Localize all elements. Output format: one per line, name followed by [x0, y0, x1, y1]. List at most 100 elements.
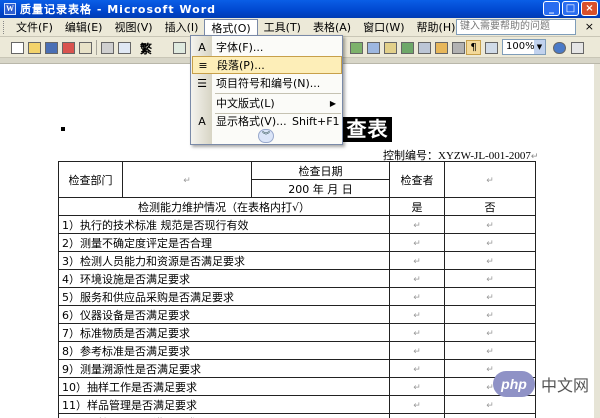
show-hide-marks-icon[interactable]: ¶ — [466, 40, 481, 55]
zoom-select[interactable]: 100% ▼ — [502, 39, 546, 55]
maximize-icon[interactable]: □ — [562, 1, 579, 16]
watermark-text: 中文网 — [539, 372, 592, 396]
menu-insert[interactable]: 插入(I) — [159, 19, 205, 36]
table-row: 9）测量溯源性是否满足要求 ↵ ↵ — [58, 359, 536, 378]
yes-cell[interactable]: ↵ — [389, 251, 445, 270]
permission-icon[interactable] — [61, 40, 76, 55]
yes-cell[interactable]: ↵ — [389, 341, 445, 360]
no-cell[interactable]: ↵ — [444, 287, 536, 306]
menu-file[interactable]: 文件(F) — [10, 19, 59, 36]
insert-hyperlink-icon[interactable] — [349, 40, 364, 55]
no-cell[interactable]: ↵ — [444, 233, 536, 252]
menu-help[interactable]: 帮助(H) — [411, 19, 462, 36]
no-cell[interactable]: ↵ — [444, 341, 536, 360]
watermark: php 中文网 — [493, 370, 592, 398]
format-menu-dropdown: A 字体(F)... ≡ 段落(P)... ☰ 项目符号和编号(N)... 中文… — [190, 35, 343, 145]
checker-value-cell[interactable]: ↵ — [444, 161, 536, 198]
yes-cell[interactable]: ↵ — [389, 233, 445, 252]
yes-cell[interactable]: ↵ — [389, 287, 445, 306]
menu-item-chinese-layout[interactable]: 中文版式(L) ▶ — [192, 94, 342, 112]
reveal-formatting-icon: A — [198, 114, 206, 128]
table-row: 7）标准物质是否满足要求 ↵ ↵ — [58, 323, 536, 342]
print-icon[interactable] — [100, 40, 115, 55]
yes-cell[interactable]: ↵ — [389, 359, 445, 378]
no-cell[interactable]: ↵ — [444, 323, 536, 342]
minimize-icon[interactable]: _ — [543, 1, 560, 16]
no-cell[interactable]: ↵ — [444, 215, 536, 234]
checklist-item-label: 11）样品管理是否满足要求 — [58, 395, 390, 414]
chevron-down-icon[interactable]: ▼ — [534, 40, 545, 54]
dept-value-cell[interactable]: ↵ — [122, 161, 252, 198]
date-value-cell[interactable]: 200 年 月 日 — [251, 179, 390, 198]
menu-item-reveal-formatting[interactable]: A 显示格式(V)... Shift+F1 — [192, 112, 342, 130]
date-label-cell: 检查日期 — [251, 161, 390, 180]
yes-cell[interactable]: ↵ — [389, 377, 445, 396]
php-logo: php — [493, 371, 535, 397]
table-row: 检测能力维护情况（在表格内打√） 是 否 — [58, 197, 536, 216]
print-preview-icon[interactable] — [117, 40, 132, 55]
help-icon[interactable] — [552, 40, 567, 55]
yes-cell[interactable]: ↵ — [389, 215, 445, 234]
table-row: 8）参考标准是否满足要求 ↵ ↵ — [58, 341, 536, 360]
menu-item-paragraph[interactable]: ≡ 段落(P)... — [192, 56, 342, 74]
table-row: 5）服务和供应品采购是否满足要求 ↵ ↵ — [58, 287, 536, 306]
table-row: 3）检测人员能力和资源是否满足要求 ↵ ↵ — [58, 251, 536, 270]
window-title: 质量记录表格 - Microsoft Word — [20, 3, 217, 16]
yes-cell[interactable]: ↵ — [389, 323, 445, 342]
paragraph-marker — [61, 127, 65, 131]
email-icon[interactable] — [78, 40, 93, 55]
no-cell[interactable]: ↵ — [444, 395, 536, 414]
reading-mode-icon[interactable] — [570, 40, 585, 55]
dept-label-cell: 检查部门 — [58, 161, 123, 198]
title-bar: W 质量记录表格 - Microsoft Word _ □ × — [0, 0, 600, 18]
vertical-scrollbar[interactable] — [594, 64, 600, 418]
traditional-chinese-button[interactable]: 繁 — [140, 40, 152, 57]
insert-table-icon[interactable] — [383, 40, 398, 55]
no-header-cell: 否 — [444, 197, 536, 216]
document-map-icon[interactable] — [451, 40, 466, 55]
yes-cell[interactable]: ↵ — [389, 305, 445, 324]
form-rows: 1）执行的技术标准 规范是否现行有效 ↵ ↵ 2）测量不确定度评定是否合理 ↵ ↵ 3）检测… — [58, 215, 536, 418]
section-header-cell: 检测能力维护情况（在表格内打√） — [58, 197, 390, 216]
drawing-icon[interactable] — [434, 40, 449, 55]
checklist-item-label: 6）仪器设备是否满足要求 — [58, 305, 390, 324]
insert-excel-icon[interactable] — [400, 40, 415, 55]
menu-edit[interactable]: 编辑(E) — [59, 19, 109, 36]
inspection-form-table: 检查部门 ↵ 检查日期 检查者 ↵ 200 年 月 日 检测能力维护情况（在表格… — [58, 161, 536, 418]
menu-view[interactable]: 视图(V) — [108, 19, 158, 36]
close-document-icon[interactable]: × — [585, 20, 594, 34]
font-icon: A — [198, 40, 206, 54]
table-row: 2）测量不确定度评定是否合理 ↵ ↵ — [58, 233, 536, 252]
no-cell[interactable]: ↵ — [444, 269, 536, 288]
toolbar-separator — [96, 40, 97, 55]
close-icon[interactable]: × — [581, 1, 598, 16]
menu-window[interactable]: 窗口(W) — [357, 19, 410, 36]
read-icon[interactable] — [484, 40, 499, 55]
checklist-item-label: 3）检测人员能力和资源是否满足要求 — [58, 251, 390, 270]
checklist-item-label: 8）参考标准是否满足要求 — [58, 341, 390, 360]
table-row: 4）环境设施是否满足要求 ↵ ↵ — [58, 269, 536, 288]
menubar-grip[interactable] — [3, 20, 6, 34]
no-cell[interactable]: ↵ — [444, 413, 536, 418]
help-search-input[interactable]: 键入需要帮助的问题 — [456, 19, 576, 35]
new-document-icon[interactable] — [10, 40, 25, 55]
no-cell[interactable]: ↵ — [444, 251, 536, 270]
columns-icon[interactable] — [417, 40, 432, 55]
tables-borders-icon[interactable] — [366, 40, 381, 55]
no-cell[interactable]: ↵ — [444, 305, 536, 324]
checklist-item-label: 12）原始记录是否满足要求 — [58, 413, 390, 418]
yes-cell[interactable]: ↵ — [389, 395, 445, 414]
open-folder-icon[interactable] — [27, 40, 42, 55]
research-icon[interactable] — [172, 40, 187, 55]
yes-cell[interactable]: ↵ — [389, 269, 445, 288]
yes-cell[interactable]: ↵ — [389, 413, 445, 418]
checker-label-cell: 检查者 — [389, 161, 445, 198]
menu-shortcut: Shift+F1 — [292, 114, 340, 128]
save-icon[interactable] — [44, 40, 59, 55]
menu-table[interactable]: 表格(A) — [307, 19, 357, 36]
checklist-item-label: 9）测量溯源性是否满足要求 — [58, 359, 390, 378]
expand-menu-icon[interactable]: ︾ — [258, 129, 274, 143]
menu-item-font[interactable]: A 字体(F)... — [192, 38, 342, 56]
menu-tools[interactable]: 工具(T) — [258, 19, 307, 36]
menu-item-bullets-numbering[interactable]: ☰ 项目符号和编号(N)... — [192, 74, 342, 92]
